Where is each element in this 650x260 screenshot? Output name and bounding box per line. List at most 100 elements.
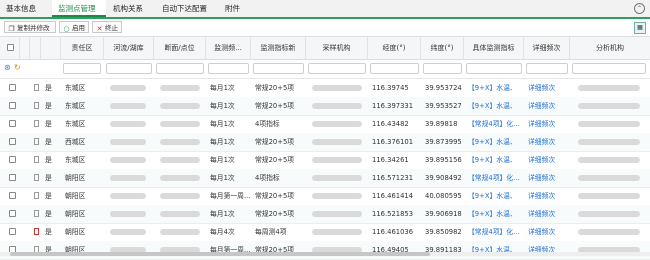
row-detail-frequency-link[interactable]: 详细频次 [528, 241, 555, 259]
filter-frequency[interactable] [208, 63, 249, 74]
row-specific-indicator-link[interactable]: 【9+X】水温、 [468, 241, 523, 259]
col-detail-frequency[interactable]: 详细频次 [524, 37, 570, 59]
row-specific-indicator-link[interactable]: 【9+X】水温、 [468, 205, 523, 223]
stop-button[interactable]: ✕ 终止 [92, 21, 122, 33]
row-edit-icon[interactable] [34, 228, 39, 235]
col-section[interactable]: 断面/点位 [154, 37, 206, 59]
row-frequency: 每月1次 [210, 174, 235, 182]
row-specific-indicator-link[interactable]: 【9+X】水温、 [468, 151, 523, 169]
row-specific-indicator-link[interactable]: 【常规4项】化... [468, 169, 523, 187]
row-checkbox[interactable] [9, 174, 16, 181]
filter-icon[interactable]: ⊛ [4, 63, 11, 72]
row-detail-frequency-link[interactable]: 详细频次 [528, 79, 555, 97]
select-all-checkbox[interactable] [7, 44, 14, 51]
row-longitude: 116.571231 [372, 174, 414, 182]
redacted-sampling-org [312, 85, 362, 91]
row-edit-icon[interactable] [34, 120, 39, 127]
row-checkbox[interactable] [9, 210, 16, 217]
reset-icon[interactable]: ↻ [14, 63, 21, 72]
table-row[interactable]: 是 东城区 每月1次 常规20+5项 116.39745 39.953724 【9+X】水温… [0, 79, 650, 98]
row-flag: 是 [45, 156, 52, 164]
row-detail-frequency-link[interactable]: 详细频次 [528, 205, 555, 223]
row-specific-indicator-link[interactable]: 【9+X】水温、 [468, 79, 523, 97]
copy-edit-label: 复制并修改 [17, 24, 50, 32]
row-frequency: 每月1次 [210, 156, 235, 164]
col-analysis-org[interactable]: 分析机构 [570, 37, 650, 59]
table-row[interactable]: 是 西城区 每月1次 常规20+5项 116.376101 39.873995 【9+X】水… [0, 133, 650, 152]
filter-indicator[interactable] [253, 63, 304, 74]
col-frequency[interactable]: 监测频... [206, 37, 251, 59]
col-river[interactable]: 河流/湖库 [104, 37, 154, 59]
table-row[interactable]: 是 朝阳区 每月1次 常规20+5项 116.521853 39.906918 【9+X】水… [0, 205, 650, 224]
filter-section[interactable] [156, 63, 204, 74]
row-specific-indicator-link[interactable]: 【9+X】水温、 [468, 97, 523, 115]
enable-button[interactable]: ○ 启用 [59, 21, 89, 33]
row-detail-frequency-link[interactable]: 详细频次 [528, 115, 555, 133]
col-longitude[interactable]: 经度(°) [368, 37, 421, 59]
row-checkbox[interactable] [9, 228, 16, 235]
row-edit-icon[interactable] [34, 192, 39, 199]
row-checkbox[interactable] [9, 156, 16, 163]
table-row[interactable]: 是 朝阳区 每月第一周... 常规20+5项 116.49405 39.891183 【9+… [0, 241, 650, 260]
tab-attachments[interactable]: 附件 [225, 0, 245, 17]
table-header: 责任区 河流/湖库 断面/点位 监测频... 监测指标新 采样机构 经度(°) … [0, 37, 650, 60]
chevron-up-icon[interactable]: ⌃ [634, 3, 645, 14]
row-edit-icon[interactable] [34, 138, 39, 145]
row-checkbox[interactable] [9, 192, 16, 199]
row-detail-frequency-link[interactable]: 详细频次 [528, 151, 555, 169]
filter-specific-indicator[interactable] [466, 63, 522, 74]
row-edit-icon[interactable] [34, 84, 39, 91]
row-detail-frequency-link[interactable]: 详细频次 [528, 223, 555, 241]
filter-district[interactable] [63, 63, 101, 74]
table-row[interactable]: 是 东城区 每月1次 4项指标 116.43482 39.89818 【常规4项】化... 详… [0, 115, 650, 134]
row-specific-indicator-link[interactable]: 【9+X】水温、 [468, 133, 523, 151]
row-frequency: 每月1次 [210, 120, 235, 128]
row-detail-frequency-link[interactable]: 详细频次 [528, 169, 555, 187]
row-specific-indicator-link[interactable]: 【常规4项】化... [468, 223, 523, 241]
filter-row: ⊛ ↻ [0, 60, 650, 79]
table-row[interactable]: 是 朝阳区 每月第一周... 常规20+5项 116.461414 40.080595 【9… [0, 187, 650, 206]
row-detail-frequency-link[interactable]: 详细频次 [528, 187, 555, 205]
row-edit-icon[interactable] [34, 210, 39, 217]
filter-river[interactable] [106, 63, 152, 74]
layout-icon[interactable]: ▦ [634, 22, 646, 34]
row-edit-icon[interactable] [34, 156, 39, 163]
row-edit-icon[interactable] [34, 174, 39, 181]
table-row[interactable]: 是 朝阳区 每月4次 每周测4项 116.461036 39.850982 【常规4项】化.… [0, 223, 650, 242]
tab-auto-config[interactable]: 自动下达配置 [162, 0, 218, 17]
row-indicator: 常规20+5项 [255, 84, 295, 92]
tab-basic-info[interactable]: 基本信息 [6, 0, 48, 17]
tab-org-relations[interactable]: 机构关系 [113, 0, 153, 17]
filter-analysis-org[interactable] [572, 63, 646, 74]
redacted-analysis-org [578, 121, 640, 127]
enable-label: 启用 [72, 24, 85, 32]
copy-edit-button[interactable]: ❐ 复制并修改 [4, 21, 56, 33]
col-specific-indicator[interactable]: 具体监测指标 [464, 37, 524, 59]
row-detail-frequency-link[interactable]: 详细频次 [528, 133, 555, 151]
redacted-section [160, 193, 200, 199]
row-longitude: 116.461414 [372, 192, 414, 200]
horizontal-scrollbar[interactable] [0, 252, 650, 256]
scrollbar-thumb[interactable] [10, 252, 430, 256]
row-edit-icon[interactable] [34, 102, 39, 109]
tab-monitoring-points[interactable]: 监测点管理 [52, 0, 106, 17]
col-indicator[interactable]: 监测指标新 [251, 37, 306, 59]
table-row[interactable]: 是 朝阳区 每月1次 4项指标 116.571231 39.908492 【常规4项】化..… [0, 169, 650, 188]
row-district: 西城区 [65, 138, 86, 146]
row-specific-indicator-link[interactable]: 【常规4项】化... [468, 115, 523, 133]
row-specific-indicator-link[interactable]: 【9+X】水温、 [468, 187, 523, 205]
row-detail-frequency-link[interactable]: 详细频次 [528, 97, 555, 115]
table-row[interactable]: 是 东城区 每月1次 常规20+5项 116.397331 39.953527 【9+X】水… [0, 97, 650, 116]
col-sampling-org[interactable]: 采样机构 [306, 37, 368, 59]
filter-detail-frequency[interactable] [526, 63, 568, 74]
filter-latitude[interactable] [423, 63, 462, 74]
row-checkbox[interactable] [9, 120, 16, 127]
row-checkbox[interactable] [9, 138, 16, 145]
col-district[interactable]: 责任区 [61, 37, 104, 59]
table-row[interactable]: 是 东城区 每月1次 常规20+5项 116.34261 39.895156 【9+X】水温… [0, 151, 650, 170]
row-checkbox[interactable] [9, 102, 16, 109]
col-latitude[interactable]: 纬度(°) [421, 37, 464, 59]
filter-longitude[interactable] [370, 63, 419, 74]
row-checkbox[interactable] [9, 84, 16, 91]
filter-sampling-org[interactable] [308, 63, 366, 74]
